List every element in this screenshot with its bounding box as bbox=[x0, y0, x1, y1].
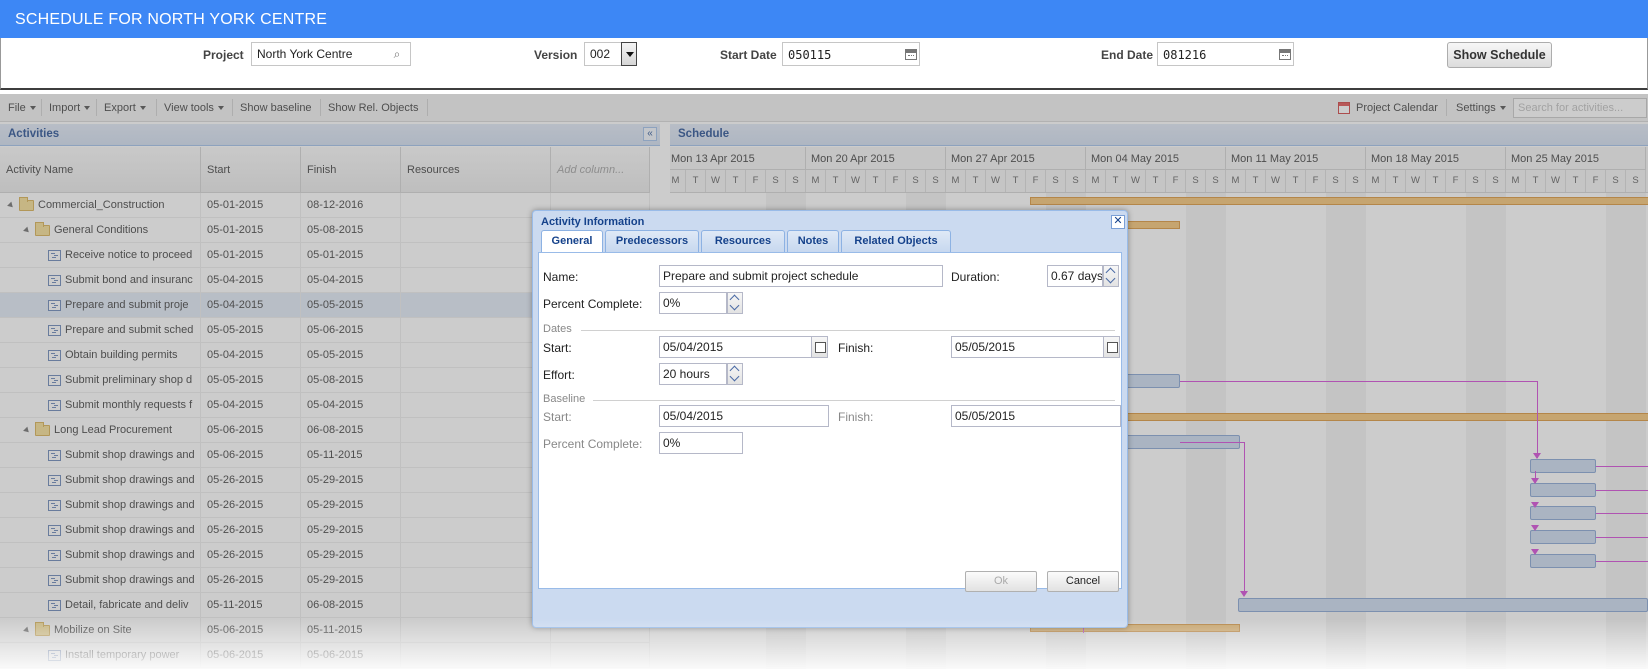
start-date-input[interactable]: 05/04/2015 bbox=[659, 336, 812, 358]
show-schedule-button[interactable]: Show Schedule bbox=[1447, 42, 1552, 68]
app-header: SCHEDULE FOR NORTH YORK CENTRE bbox=[0, 0, 1648, 38]
tab-predecessors[interactable]: Predecessors bbox=[605, 230, 699, 252]
baseline-finish-label: Finish: bbox=[838, 410, 874, 424]
app-title: SCHEDULE FOR NORTH YORK CENTRE bbox=[15, 11, 328, 28]
effort-input[interactable]: 20 hours bbox=[659, 363, 727, 385]
end-date-field[interactable]: 081216 bbox=[1157, 42, 1294, 66]
dialog-tabs: General Predecessors Resources Notes Rel… bbox=[538, 228, 1122, 253]
calendar-icon[interactable] bbox=[811, 336, 828, 358]
start-date-field[interactable]: 050115 bbox=[782, 42, 920, 66]
baseline-start-label: Start: bbox=[543, 410, 572, 424]
close-icon[interactable]: ✕ bbox=[1111, 215, 1125, 229]
baseline-percent-input[interactable]: 0% bbox=[659, 432, 743, 454]
tab-notes[interactable]: Notes bbox=[787, 230, 839, 252]
start-date-value: 050115 bbox=[788, 48, 832, 62]
version-label: Version bbox=[534, 48, 578, 62]
tab-related-objects[interactable]: Related Objects bbox=[841, 230, 951, 252]
start-date-label: Start Date bbox=[720, 48, 777, 62]
percent-complete-input[interactable]: 0% bbox=[659, 292, 727, 314]
tab-resources[interactable]: Resources bbox=[701, 230, 785, 252]
percent-complete-label: Percent Complete: bbox=[543, 297, 643, 311]
baseline-start-input[interactable]: 05/04/2015 bbox=[659, 405, 829, 427]
baseline-legend: Baseline bbox=[543, 393, 586, 405]
percent-complete-stepper[interactable] bbox=[727, 292, 743, 314]
activity-information-dialog: Activity Information ✕ General Predecess… bbox=[532, 210, 1128, 628]
finish-label: Finish: bbox=[838, 341, 874, 355]
duration-input[interactable]: 0.67 days bbox=[1047, 265, 1103, 287]
calendar-icon[interactable] bbox=[1103, 336, 1120, 358]
finish-date-input[interactable]: 05/05/2015 bbox=[951, 336, 1104, 358]
cancel-button[interactable]: Cancel bbox=[1047, 571, 1119, 592]
divider bbox=[581, 330, 1115, 331]
divider bbox=[593, 400, 1115, 401]
start-label: Start: bbox=[543, 341, 572, 355]
bottom-fade bbox=[0, 619, 1648, 669]
tab-general[interactable]: General bbox=[541, 230, 603, 253]
baseline-percent-label: Percent Complete: bbox=[543, 437, 643, 451]
dialog-title: Activity Information bbox=[541, 216, 645, 228]
end-date-value: 081216 bbox=[1163, 48, 1207, 62]
search-icon[interactable]: ⌕ bbox=[390, 47, 404, 61]
version-value: 002 bbox=[590, 47, 611, 61]
calendar-icon[interactable] bbox=[905, 49, 917, 60]
effort-stepper[interactable] bbox=[727, 363, 743, 385]
general-tab-panel: Name: Prepare and submit project schedul… bbox=[538, 252, 1122, 589]
parameter-bar: Project North York Centre ⌕ Version 002 … bbox=[0, 38, 1648, 90]
project-field[interactable]: North York Centre ⌕ bbox=[251, 42, 411, 66]
name-label: Name: bbox=[543, 270, 579, 284]
dates-legend: Dates bbox=[543, 323, 572, 335]
end-date-label: End Date bbox=[1101, 48, 1154, 62]
project-value: North York Centre bbox=[257, 47, 353, 61]
baseline-finish-input[interactable]: 05/05/2015 bbox=[951, 405, 1121, 427]
duration-label: Duration: bbox=[951, 270, 1000, 284]
chevron-down-icon[interactable] bbox=[621, 42, 637, 66]
project-label: Project bbox=[203, 48, 244, 62]
calendar-icon[interactable] bbox=[1279, 49, 1291, 60]
version-select[interactable]: 002 bbox=[584, 42, 622, 66]
duration-stepper[interactable] bbox=[1103, 265, 1119, 287]
ok-button[interactable]: Ok bbox=[965, 571, 1037, 592]
effort-label: Effort: bbox=[543, 368, 575, 382]
name-input[interactable]: Prepare and submit project schedule bbox=[659, 265, 943, 287]
